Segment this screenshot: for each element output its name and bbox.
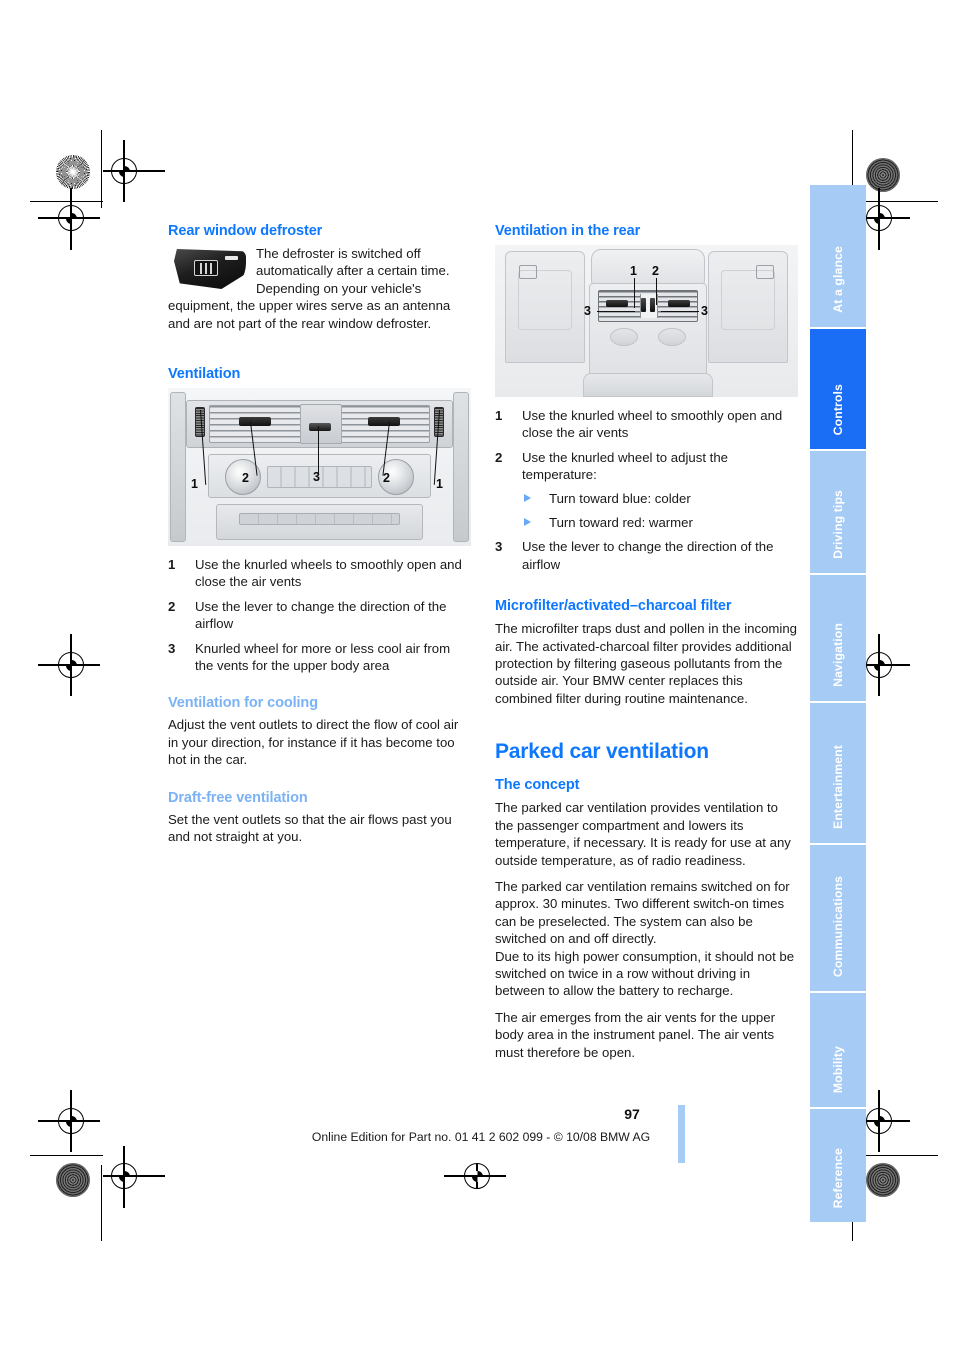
footer-edition-note: Online Edition for Part no. 01 41 2 602 … [0, 1130, 954, 1144]
paragraph-draft-free-ventilation: Set the vent outlets so that the air flo… [168, 811, 452, 845]
figure-callout-rear-2: 2 [652, 264, 659, 278]
list-item-text: Use the knurled wheel to smoothly open a… [522, 408, 783, 441]
list-item-number: 3 [495, 539, 503, 555]
tab-navigation[interactable]: Navigation [810, 575, 866, 701]
tab-label: Reference [831, 1147, 845, 1208]
list-item: 1 Use the knurled wheels to smoothly ope… [168, 556, 471, 591]
list-ventilation-rear: 1 Use the knurled wheel to smoothly open… [495, 407, 798, 573]
heading-the-concept: The concept [495, 777, 580, 794]
heading-microfilter: Microfilter/activated–charcoal filter [495, 598, 732, 615]
list-item-number: 1 [495, 408, 503, 423]
list-item-text: Use the knurled wheels to smoothly open … [195, 557, 462, 590]
bullet-item-text: Turn toward red: warmer [549, 515, 693, 531]
tab-driving-tips[interactable]: Driving tips [810, 451, 866, 573]
right-column: Ventilation in the rear 1 2 3 3 1 Use th… [495, 222, 798, 1070]
tab-reference[interactable]: Reference [810, 1109, 866, 1222]
paragraph-concept-2: The parked car ventilation remains switc… [495, 878, 790, 947]
list-item-number: 2 [495, 449, 503, 465]
paragraph-ventilation-for-cooling: Adjust the vent outlets to direct the fl… [168, 717, 459, 768]
heading-ventilation-in-the-rear: Ventilation in the rear [495, 223, 641, 239]
tab-entertainment[interactable]: Entertainment [810, 703, 866, 843]
tab-label: At a glance [831, 246, 845, 313]
paragraph-concept-4: The air emerges from the air vents for t… [495, 1009, 775, 1060]
list-item-number: 3 [168, 640, 176, 656]
list-item: 2 Use the lever to change the direction … [168, 598, 471, 633]
figure-callout-rear-3-right: 3 [701, 304, 708, 318]
chapter-tab-rail: At a glance Controls Driving tips Naviga… [810, 185, 866, 1224]
list-item: 2 Use the knurled wheel to adjust the te… [495, 449, 798, 532]
left-column: Rear window defroster The defroster is s… [168, 222, 471, 1070]
bullet-item: Turn toward red: warmer [522, 514, 798, 531]
list-item-text: Use the knurled wheel to adjust the temp… [522, 449, 728, 483]
list-item: 3 Use the lever to change the direction … [495, 538, 798, 573]
list-item-text: Knurled wheel for more or less cool air … [195, 640, 451, 674]
paragraph-concept-3: Due to its high power consumption, it sh… [495, 948, 795, 999]
heading-ventilation-for-cooling: Ventilation for cooling [168, 695, 318, 712]
tab-controls[interactable]: Controls [810, 329, 866, 449]
heading-parked-car-ventilation: Parked car ventilation [495, 740, 709, 764]
list-item-number: 1 [168, 557, 176, 573]
list-item-text: Use the lever to change the direction of… [195, 598, 447, 632]
tab-mobility[interactable]: Mobility [810, 993, 866, 1107]
callout-leader-3-center [318, 426, 320, 475]
figure-rear-console-vents: 1 2 3 3 [495, 245, 798, 397]
list-item: 1 Use the knurled wheel to smoothly open… [495, 407, 798, 442]
footer-text: Online Edition for Part no. 01 41 2 602 … [311, 1130, 651, 1144]
tab-label: Entertainment [831, 745, 845, 829]
tab-label: Communications [831, 875, 845, 977]
tab-label: Navigation [831, 623, 845, 687]
tab-at-a-glance[interactable]: At a glance [810, 185, 866, 327]
page-number-block: 97 [0, 1106, 954, 1122]
paragraph-concept-1: The parked car ventilation provides vent… [495, 800, 791, 868]
figure-callout-1-right: 1 [436, 477, 443, 492]
triangle-bullet-icon [524, 518, 531, 527]
bullet-item-text: Turn toward blue: colder [549, 490, 691, 506]
heading-draft-free-ventilation: Draft-free ventilation [168, 789, 308, 806]
bullet-item: Turn toward blue: colder [522, 490, 798, 507]
callout-leader-rear-1 [634, 278, 636, 308]
figure-callout-1-left: 1 [191, 477, 198, 492]
callout-leader-rear-3-left [597, 311, 635, 313]
tab-label: Driving tips [831, 490, 845, 559]
manual-page: Rear window defroster The defroster is s… [0, 0, 954, 1350]
figure-callout-rear-3-left: 3 [584, 304, 591, 318]
figure-callout-3-center: 3 [313, 470, 320, 485]
triangle-bullet-icon [524, 493, 531, 502]
tab-label: Controls [831, 383, 845, 435]
figure-instrument-panel-vents: 1 2 3 2 1 [168, 388, 471, 547]
list-ventilation-front: 1 Use the knurled wheels to smoothly ope… [168, 556, 471, 674]
figure-callout-2-right: 2 [383, 471, 390, 486]
figure-callout-rear-1: 1 [630, 264, 637, 278]
paragraph-microfilter: The microfilter traps dust and pollen in… [495, 621, 797, 706]
page-number: 97 [624, 1106, 640, 1122]
list-item-text: Use the lever to change the direction of… [522, 539, 774, 572]
sublist-temperature-options: Turn toward blue: colder Turn toward red… [522, 490, 798, 532]
heading-rear-window-defroster: Rear window defroster [168, 223, 323, 239]
page-content: Rear window defroster The defroster is s… [168, 222, 798, 1070]
rear-window-defroster-button-icon [174, 247, 248, 291]
callout-leader-rear-2 [656, 278, 658, 305]
list-item: 3 Knurled wheel for more or less cool ai… [168, 640, 471, 675]
list-item-number: 2 [168, 598, 176, 614]
tab-label: Mobility [831, 1045, 845, 1093]
callout-leader-rear-3-right [661, 311, 699, 313]
tab-communications[interactable]: Communications [810, 845, 866, 991]
figure-callout-2-left: 2 [242, 471, 249, 486]
heading-ventilation: Ventilation [168, 366, 241, 383]
